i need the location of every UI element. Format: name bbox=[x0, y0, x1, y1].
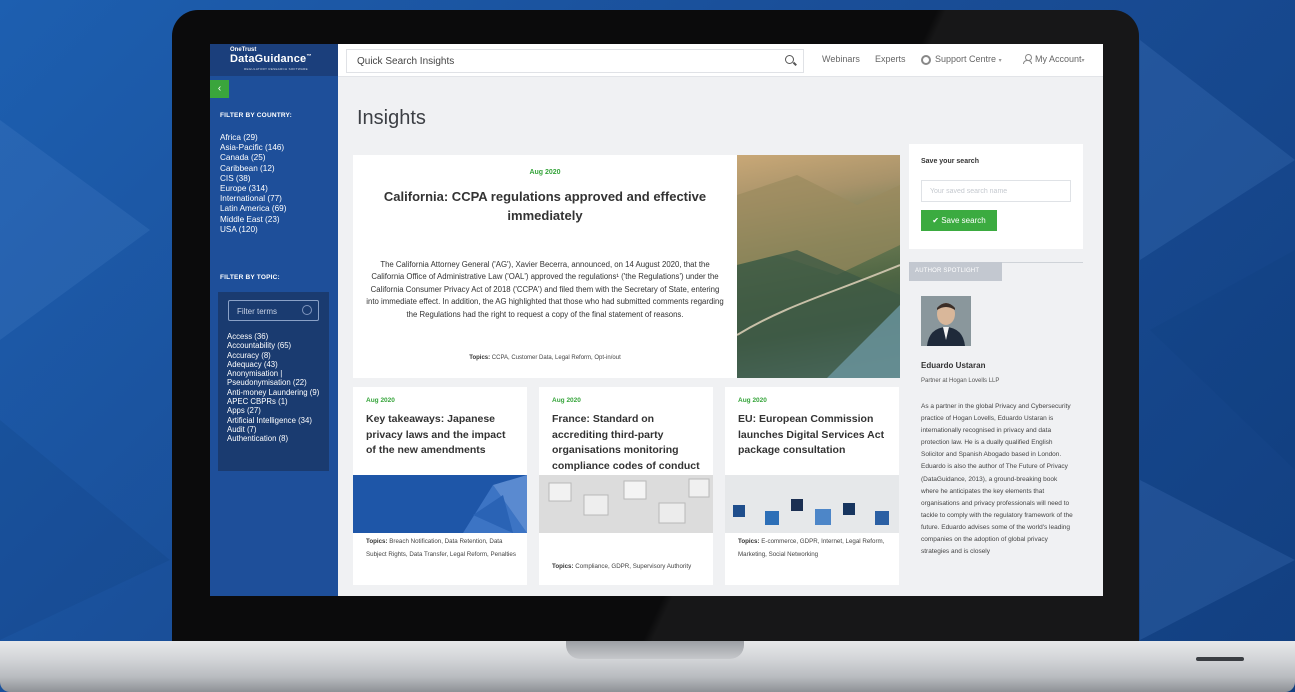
featured-article[interactable]: Aug 2020 California: CCPA regulations ap… bbox=[353, 155, 737, 378]
country-filter-item[interactable]: Asia-Pacific (146) bbox=[220, 143, 286, 153]
country-filter-item[interactable]: Middle East (23) bbox=[220, 215, 286, 225]
country-filter-item[interactable]: Africa (29) bbox=[220, 133, 286, 143]
topics-label: Topics: bbox=[366, 538, 388, 545]
author-role: Partner at Hogan Lovells LLP bbox=[921, 378, 1000, 384]
save-search-button[interactable]: ✔ Save search bbox=[921, 210, 997, 231]
author-spotlight-tab: AUTHOR SPOTLIGHT bbox=[909, 262, 1002, 281]
app-logo[interactable]: OneTrust DataGuidance™ REGULATORY RESEAR… bbox=[210, 44, 338, 76]
topic-filter-item[interactable]: Audit (7) bbox=[227, 425, 325, 434]
author-portrait bbox=[921, 296, 971, 346]
topics-value: E-commerce, GDPR, Internet, Legal Reform… bbox=[738, 538, 885, 558]
article-image bbox=[539, 475, 713, 533]
topic-filter-panel: Access (36) Accountability (65) Accuracy… bbox=[218, 292, 329, 471]
topic-filter-item[interactable]: Adequacy (43) bbox=[227, 360, 325, 369]
topic-filter-heading: FILTER BY TOPIC: bbox=[220, 274, 280, 281]
nav-my-account[interactable]: My Account▾ bbox=[1023, 54, 1085, 64]
article-image bbox=[725, 475, 899, 533]
cubes-image bbox=[725, 475, 899, 533]
article-topics: Topics: E-commerce, GDPR, Internet, Lega… bbox=[738, 536, 894, 561]
nav-webinars[interactable]: Webinars bbox=[822, 54, 860, 64]
logo-brand-text: DataGuidance bbox=[230, 53, 307, 65]
topic-filter-item[interactable]: Artificial Intelligence (34) bbox=[227, 416, 325, 425]
country-filter-item[interactable]: Latin America (69) bbox=[220, 204, 286, 214]
search-icon[interactable] bbox=[785, 55, 794, 64]
article-image bbox=[353, 475, 527, 533]
puzzle-pieces-image bbox=[539, 475, 713, 533]
topic-filter-list: Access (36) Accountability (65) Accuracy… bbox=[227, 332, 325, 444]
save-search-panel: Save your search ✔ Save search bbox=[909, 144, 1083, 249]
logo-brand-main: DataGuidance™ bbox=[230, 53, 312, 65]
article-topics: Topics: CCPA, Customer Data, Legal Refor… bbox=[353, 355, 737, 361]
article-date: Aug 2020 bbox=[529, 169, 561, 176]
topic-filter-input[interactable] bbox=[235, 303, 303, 319]
search-icon bbox=[302, 305, 312, 315]
article-date: Aug 2020 bbox=[366, 397, 395, 404]
country-filter-item[interactable]: Canada (25) bbox=[220, 153, 286, 163]
trademark-symbol: ™ bbox=[306, 53, 312, 60]
topics-value: Breach Notification, Data Retention, Dat… bbox=[366, 538, 516, 558]
laptop-indicator-light bbox=[1196, 657, 1244, 661]
chevron-down-icon: ▾ bbox=[1081, 58, 1085, 64]
topic-filter-item[interactable]: Apps (27) bbox=[227, 406, 325, 415]
collapse-sidebar-button[interactable]: ‹ bbox=[210, 80, 229, 98]
country-filter-item[interactable]: USA (120) bbox=[220, 225, 286, 235]
article-card[interactable]: Aug 2020 France: Standard on accrediting… bbox=[539, 387, 713, 585]
topic-filter-item[interactable]: Authentication (8) bbox=[227, 434, 325, 443]
country-filter-item[interactable]: International (77) bbox=[220, 194, 286, 204]
author-name[interactable]: Eduardo Ustaran bbox=[921, 361, 985, 370]
topic-filter-item[interactable]: Access (36) bbox=[227, 332, 325, 341]
article-title[interactable]: Key takeaways: Japanese privacy laws and… bbox=[366, 412, 518, 459]
topic-filter-item[interactable]: APEC CBPRs (1) bbox=[227, 397, 325, 406]
article-topics: Topics: Breach Notification, Data Retent… bbox=[366, 536, 522, 561]
country-filter-item[interactable]: Caribbean (12) bbox=[220, 164, 286, 174]
logo-tagline: REGULATORY RESEARCH SOFTWARE bbox=[244, 67, 308, 71]
country-filter-item[interactable]: Europe (314) bbox=[220, 184, 286, 194]
nav-experts[interactable]: Experts bbox=[875, 54, 906, 64]
article-date: Aug 2020 bbox=[552, 397, 581, 404]
topics-value: Compliance, GDPR, Supervisory Authority bbox=[575, 563, 692, 570]
top-header: Webinars Experts Support Centre ▾ My Acc… bbox=[338, 44, 1103, 77]
author-bio: As a partner in the global Privacy and C… bbox=[921, 403, 1073, 556]
country-filter-list: Africa (29) Asia-Pacific (146) Canada (2… bbox=[220, 133, 286, 235]
quick-search-input[interactable] bbox=[355, 53, 759, 70]
lifebuoy-icon bbox=[921, 55, 931, 65]
nav-support-centre[interactable]: Support Centre ▾ bbox=[921, 54, 1002, 65]
triangle-pattern-image bbox=[353, 475, 527, 533]
article-card[interactable]: Aug 2020 EU: European Commission launche… bbox=[725, 387, 899, 585]
laptop-screen: OneTrust DataGuidance™ REGULATORY RESEAR… bbox=[210, 44, 1103, 596]
topic-filter-field bbox=[228, 300, 319, 321]
nav-support-label: Support Centre bbox=[935, 54, 997, 64]
featured-article-image[interactable] bbox=[737, 155, 900, 378]
page-title: Insights bbox=[357, 107, 426, 129]
user-icon bbox=[1023, 54, 1032, 64]
article-date: Aug 2020 bbox=[738, 397, 767, 404]
saved-search-name-input[interactable] bbox=[928, 184, 1062, 199]
saved-search-name-field bbox=[921, 180, 1071, 202]
topic-filter-item[interactable]: Accuracy (8) bbox=[227, 351, 325, 360]
save-search-title: Save your search bbox=[921, 158, 979, 165]
topics-label: Topics: bbox=[552, 563, 574, 570]
nav-account-label: My Account bbox=[1035, 54, 1082, 64]
coastline-illustration bbox=[737, 175, 900, 378]
topics-label: Topics: bbox=[738, 538, 760, 545]
article-title[interactable]: EU: European Commission launches Digital… bbox=[738, 412, 890, 459]
article-card[interactable]: Aug 2020 Key takeaways: Japanese privacy… bbox=[353, 387, 527, 585]
chevron-down-icon: ▾ bbox=[998, 58, 1002, 64]
topics-label: Topics: bbox=[469, 355, 491, 361]
topic-filter-item[interactable]: Accountability (65) bbox=[227, 341, 325, 350]
topics-value: CCPA, Customer Data, Legal Reform, Opt-i… bbox=[491, 355, 621, 361]
quick-search bbox=[346, 49, 804, 73]
article-summary: The California Attorney General ('AG'), … bbox=[366, 260, 724, 319]
country-filter-heading: FILTER BY COUNTRY: bbox=[220, 112, 292, 119]
country-filter-item[interactable]: CIS (38) bbox=[220, 174, 286, 184]
topic-filter-item[interactable]: Anonymisation | Pseudonymisation (22) bbox=[227, 369, 325, 388]
article-title[interactable]: France: Standard on accrediting third-pa… bbox=[552, 412, 704, 474]
topic-filter-item[interactable]: Anti-money Laundering (9) bbox=[227, 388, 325, 397]
article-topics: Topics: Compliance, GDPR, Supervisory Au… bbox=[552, 561, 708, 574]
laptop-hinge bbox=[566, 641, 744, 659]
author-avatar[interactable] bbox=[921, 296, 971, 346]
sidebar: OneTrust DataGuidance™ REGULATORY RESEAR… bbox=[210, 44, 338, 596]
article-title[interactable]: California: CCPA regulations approved an… bbox=[373, 187, 717, 225]
